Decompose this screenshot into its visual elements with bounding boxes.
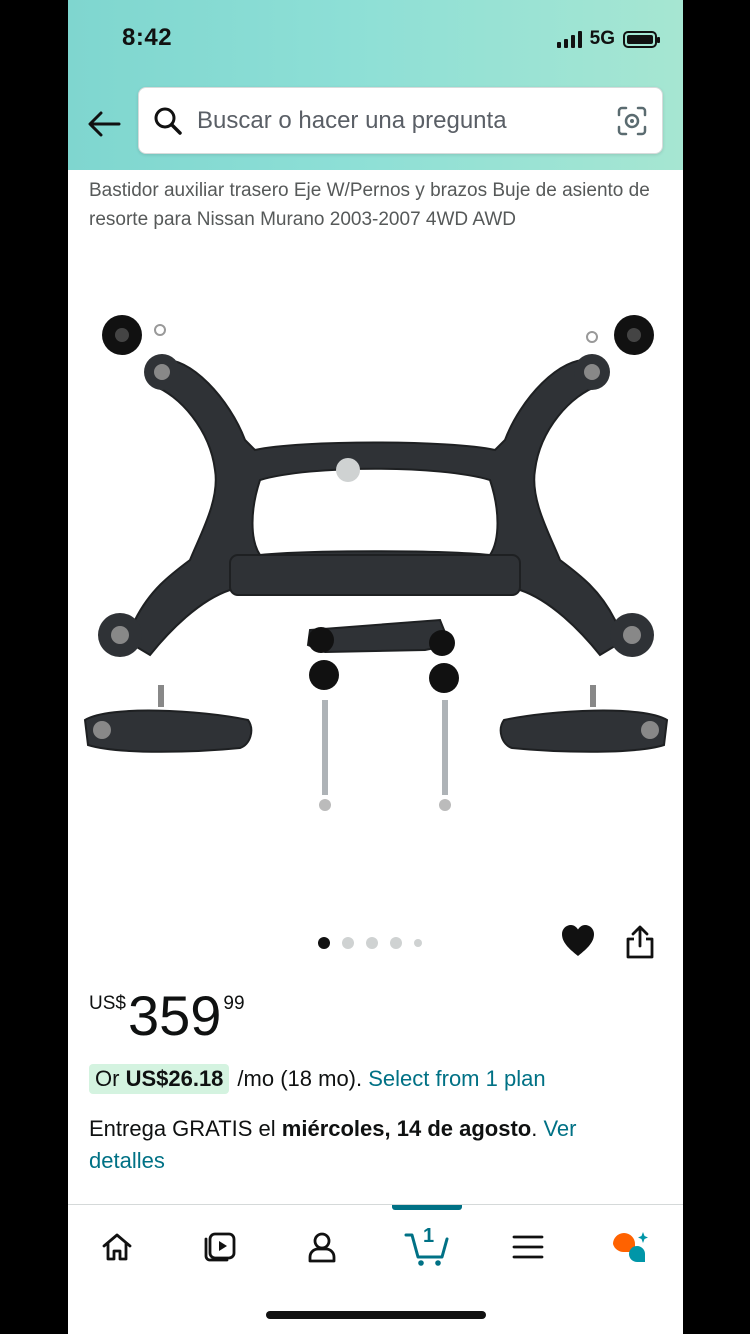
search-icon <box>154 107 182 135</box>
search-bar[interactable] <box>138 87 663 154</box>
carousel-dot[interactable] <box>390 937 402 949</box>
account-icon <box>308 1232 336 1263</box>
carousel-dot[interactable] <box>366 937 378 949</box>
installment-prefix: Or <box>95 1066 126 1091</box>
home-indicator <box>266 1311 486 1319</box>
status-time: 8:42 <box>122 24 173 51</box>
delivery-info: Entrega GRATIS el miércoles, 14 de agost… <box>89 1113 649 1177</box>
camera-scan-icon[interactable] <box>616 105 648 137</box>
installment-amount: US$26.18 <box>125 1066 224 1091</box>
delivery-end: . <box>531 1116 538 1141</box>
status-indicators: 5G <box>556 28 660 50</box>
signal-icon <box>556 30 582 48</box>
price-fraction: 99 <box>223 993 245 1014</box>
nav-video[interactable] <box>192 1225 248 1269</box>
active-tab-indicator <box>392 1205 462 1210</box>
video-icon <box>204 1232 236 1262</box>
installment-offer: Or US$26.18 /mo (18 mo). Select from 1 p… <box>89 1064 546 1094</box>
nav-home[interactable] <box>89 1225 145 1269</box>
wishlist-button[interactable] <box>560 924 596 960</box>
network-label: 5G <box>589 28 615 49</box>
carousel-dot[interactable] <box>318 937 330 949</box>
product-image[interactable] <box>80 300 672 830</box>
nav-menu[interactable] <box>500 1225 556 1269</box>
heart-icon <box>562 925 594 956</box>
share-icon <box>626 925 654 959</box>
search-input[interactable] <box>197 106 616 135</box>
menu-icon <box>512 1235 544 1259</box>
share-button[interactable] <box>625 924 661 962</box>
cart-count: 1 <box>423 1225 435 1247</box>
phone-screen: 8:42 5G Bastidor auxili <box>68 0 683 1334</box>
delivery-date: miércoles, 14 de agosto <box>281 1116 532 1141</box>
price-currency: US$ <box>89 993 126 1014</box>
carousel-dot[interactable] <box>414 939 422 947</box>
app-header: 8:42 5G <box>68 0 683 170</box>
carousel-dot[interactable] <box>342 937 354 949</box>
delivery-text: Entrega GRATIS el <box>89 1116 282 1141</box>
arrow-left-icon <box>88 111 121 137</box>
battery-icon <box>623 30 660 48</box>
nav-cart[interactable]: 1 <box>399 1225 455 1269</box>
image-carousel-dots[interactable] <box>318 937 422 949</box>
nav-account[interactable] <box>294 1225 350 1269</box>
rufus-icon <box>613 1232 648 1262</box>
select-plan-link[interactable]: Select from 1 plan <box>368 1066 545 1092</box>
product-title[interactable]: Bastidor auxiliar trasero Eje W/Pernos y… <box>89 176 669 234</box>
installment-period: /mo (18 mo). <box>237 1066 363 1091</box>
back-button[interactable] <box>84 104 124 144</box>
nav-rufus[interactable] <box>602 1225 658 1269</box>
product-price: US$ 359 99 <box>89 985 245 1047</box>
home-icon <box>102 1233 132 1261</box>
price-whole: 359 <box>127 984 222 1047</box>
installment-badge: Or US$26.18 <box>89 1064 230 1094</box>
